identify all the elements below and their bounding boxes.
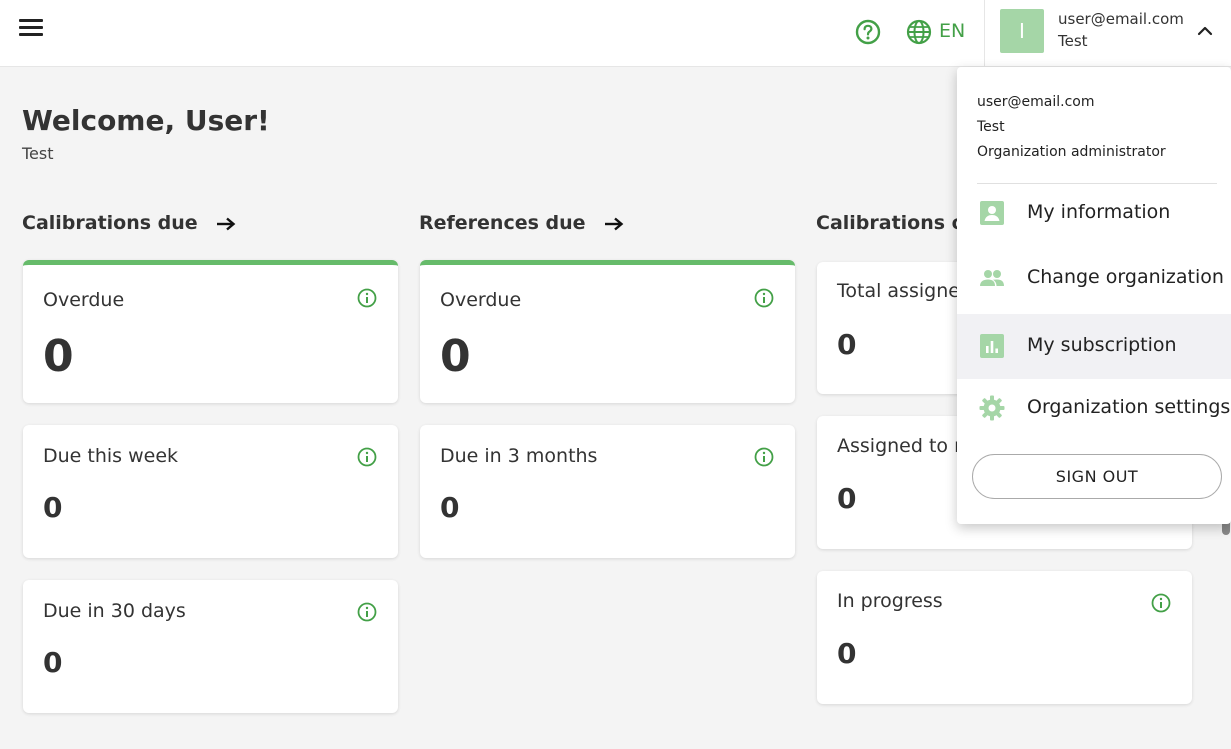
card-value: 0: [43, 331, 74, 382]
menu-item-label: My information: [1027, 201, 1171, 223]
info-icon[interactable]: [1151, 593, 1171, 613]
language-selector[interactable]: EN: [939, 19, 965, 43]
menu-item-label: Organization settings: [1027, 396, 1231, 418]
card-label: Due in 30 days: [43, 600, 186, 622]
menu-item-my-information[interactable]: My information: [957, 181, 1231, 246]
menu-icon[interactable]: [19, 19, 43, 37]
dropdown-role: Organization administrator: [977, 144, 1166, 160]
info-icon[interactable]: [357, 602, 377, 622]
card-calibrations-due-30-days[interactable]: Due in 30 days 0: [23, 580, 398, 713]
menu-item-change-organization[interactable]: Change organization: [957, 246, 1231, 311]
bar-chart-icon: [980, 334, 1004, 358]
header-user-org: Test: [1058, 32, 1088, 50]
info-icon[interactable]: [754, 447, 774, 467]
top-bar: EN I user@email.com Test: [0, 0, 1231, 67]
info-icon[interactable]: [754, 288, 774, 308]
card-value: 0: [440, 331, 471, 382]
card-value: 0: [837, 482, 857, 515]
card-label: Overdue: [43, 289, 125, 311]
card-value: 0: [837, 637, 857, 670]
page-title: Welcome, User!: [22, 104, 270, 137]
user-dropdown-menu: user@email.com Test Organization adminis…: [957, 67, 1231, 524]
card-label: In progress: [837, 590, 943, 612]
chevron-up-icon[interactable]: [1196, 22, 1214, 40]
dropdown-org: Test: [977, 119, 1005, 135]
menu-item-my-subscription[interactable]: My subscription: [957, 314, 1231, 379]
menu-item-label: My subscription: [1027, 334, 1177, 356]
section-calibrations-due-label: Calibrations due: [22, 212, 198, 234]
avatar: I: [1000, 9, 1044, 53]
info-icon[interactable]: [357, 288, 377, 308]
dropdown-email: user@email.com: [977, 94, 1095, 110]
page-subtitle: Test: [22, 144, 54, 163]
card-label: Due this week: [43, 445, 179, 467]
gear-icon: [979, 395, 1005, 421]
menu-item-organization-settings[interactable]: Organization settings: [957, 376, 1231, 441]
card-label: Total assigned: [837, 280, 972, 302]
menu-item-label: Change organization: [1027, 266, 1224, 288]
header-user-email: user@email.com: [1058, 10, 1184, 28]
info-icon[interactable]: [357, 447, 377, 467]
card-references-overdue[interactable]: Overdue 0: [420, 260, 795, 403]
card-value: 0: [43, 491, 63, 524]
sign-out-button[interactable]: SIGN OUT: [972, 454, 1222, 499]
user-menu-toggle[interactable]: I user@email.com Test: [984, 0, 1231, 67]
card-value: 0: [837, 328, 857, 361]
card-calibrations-due-this-week[interactable]: Due this week 0: [23, 425, 398, 558]
account-box-icon: [980, 201, 1004, 225]
help-icon[interactable]: [855, 19, 881, 45]
card-value: 0: [43, 646, 63, 679]
arrow-right-icon[interactable]: [604, 217, 624, 231]
card-value: 0: [440, 491, 460, 524]
card-label: Due in 3 months: [440, 445, 598, 467]
card-label: Assigned to m: [837, 435, 973, 457]
arrow-right-icon[interactable]: [216, 217, 236, 231]
card-in-progress[interactable]: In progress 0: [817, 571, 1192, 704]
section-calibrations-due[interactable]: Calibrations due: [22, 212, 236, 234]
section-references-due-label: References due: [419, 212, 586, 234]
card-calibrations-overdue[interactable]: Overdue 0: [23, 260, 398, 403]
card-references-due-3-months[interactable]: Due in 3 months 0: [420, 425, 795, 558]
globe-icon[interactable]: [906, 19, 932, 45]
section-references-due[interactable]: References due: [419, 212, 624, 234]
card-label: Overdue: [440, 289, 522, 311]
people-icon: [980, 270, 1004, 286]
